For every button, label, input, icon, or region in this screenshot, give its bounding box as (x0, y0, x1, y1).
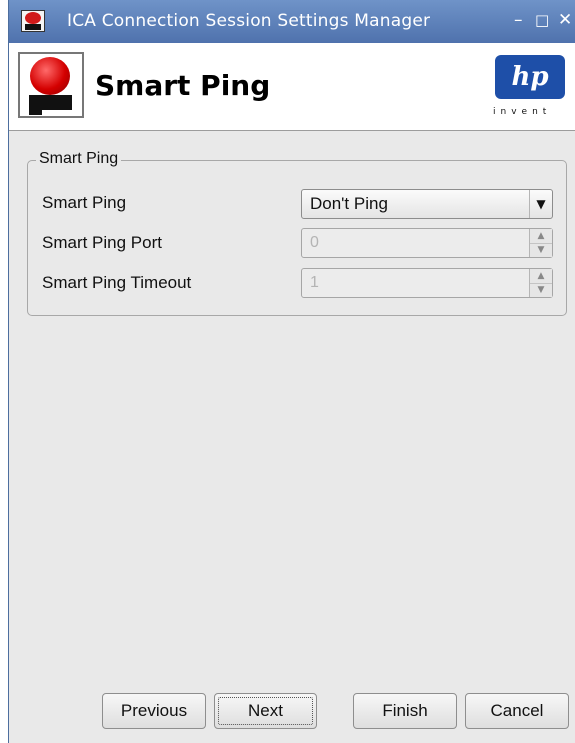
close-icon[interactable]: ✕ (558, 8, 572, 32)
smart-ping-timeout-label: Smart Ping Timeout (42, 273, 192, 292)
logo-base (29, 95, 72, 110)
hp-logo: hp (495, 55, 565, 99)
title-bar[interactable]: ICA Connection Session Settings Manager … (9, 0, 575, 43)
window-title: ICA Connection Session Settings Manager (67, 11, 431, 31)
spin-buttons: ▲ ▼ (529, 269, 552, 297)
smart-ping-timeout-spinbox[interactable]: 1 ▲ ▼ (301, 268, 553, 298)
cancel-button[interactable]: Cancel (465, 693, 569, 729)
logo-ball (30, 57, 70, 95)
spin-buttons: ▲ ▼ (529, 229, 552, 257)
spin-up-icon[interactable]: ▲ (530, 269, 552, 284)
finish-button[interactable]: Finish (353, 693, 457, 729)
smart-ping-port-value: 0 (310, 234, 319, 251)
page-title: Smart Ping (95, 69, 271, 102)
app-icon-base (25, 24, 41, 30)
logo-base-foot (29, 110, 42, 115)
previous-button[interactable]: Previous (102, 693, 206, 729)
hp-tagline: invent (493, 107, 552, 117)
spin-down-icon[interactable]: ▼ (530, 283, 552, 297)
smart-ping-select[interactable]: Don't Ping ▼ (301, 189, 553, 219)
spin-up-icon[interactable]: ▲ (530, 229, 552, 244)
smart-ping-port-label: Smart Ping Port (42, 233, 162, 252)
smart-ping-select-value: Don't Ping (310, 194, 388, 213)
smart-ping-port-spinbox[interactable]: 0 ▲ ▼ (301, 228, 553, 258)
maximize-icon[interactable]: □ (535, 8, 549, 32)
minimize-icon[interactable]: – (514, 8, 523, 32)
smart-ping-group: Smart Ping Smart Ping Don't Ping ▼ Smart… (27, 150, 567, 316)
spin-down-icon[interactable]: ▼ (530, 243, 552, 257)
smart-ping-timeout-value: 1 (310, 274, 319, 291)
chevron-down-icon[interactable]: ▼ (529, 190, 552, 218)
next-button-label: Next (248, 701, 283, 720)
group-legend: Smart Ping (36, 150, 122, 168)
ica-client-icon[interactable] (21, 10, 45, 32)
page-header: Smart Ping hp invent (9, 43, 575, 131)
app-icon-ball (25, 12, 41, 24)
smart-ping-label: Smart Ping (42, 193, 127, 212)
wizard-window: ICA Connection Session Settings Manager … (8, 0, 575, 743)
next-button[interactable]: Next (214, 693, 317, 729)
smart-ping-logo-icon (18, 52, 84, 118)
